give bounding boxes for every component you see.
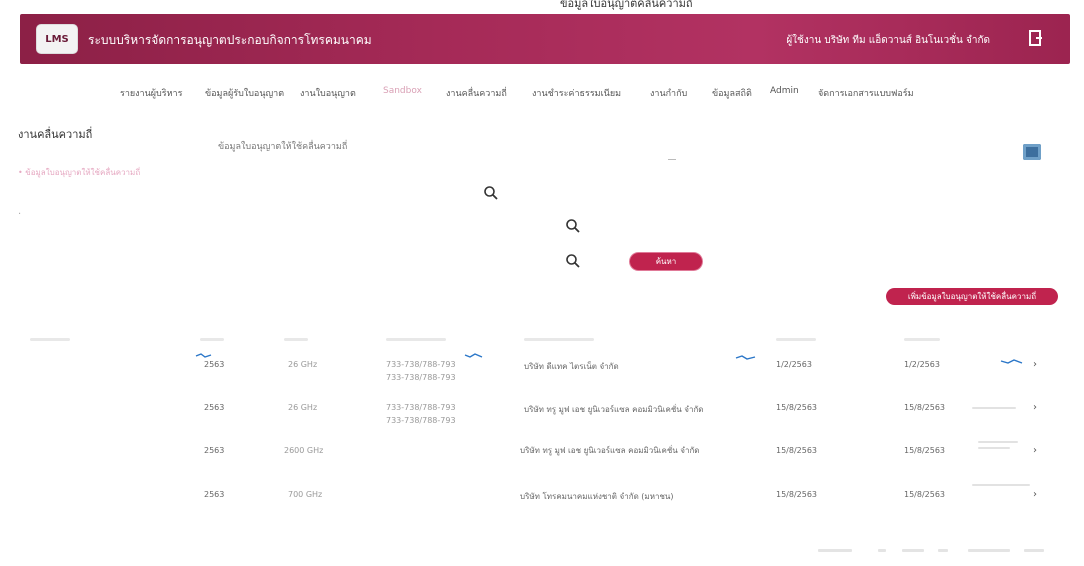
table-cell-end-date: 15/8/2563 bbox=[904, 490, 946, 499]
add-license-button[interactable]: เพิ่มข้อมูลใบอนุญาตให้ใช้คลื่นความถี่ bbox=[886, 288, 1058, 305]
row-action-placeholder bbox=[972, 484, 1030, 486]
table-row[interactable]: 2563 26 GHz 733-738/788-793 733-738/788-… bbox=[0, 401, 1084, 435]
pagination-segment[interactable] bbox=[818, 549, 852, 552]
table-cell-band: 26 GHz bbox=[288, 403, 318, 412]
chevron-right-icon[interactable]: › bbox=[1033, 402, 1037, 413]
row-action-placeholder bbox=[978, 441, 1018, 443]
table-cell-band: 2600 GHz bbox=[284, 446, 324, 455]
table-cell-year: 2563 bbox=[204, 490, 225, 499]
section-title: งานคลื่นความถี่ bbox=[18, 128, 93, 141]
nav-item-supervision[interactable]: งานกำกับ bbox=[650, 86, 687, 100]
logout-icon[interactable] bbox=[1028, 30, 1044, 46]
pagination-segment[interactable] bbox=[1024, 549, 1044, 552]
table-cell-start-date: 15/8/2563 bbox=[776, 446, 818, 455]
table-cell-company: บริษัท ทรู มูฟ เอช ยูนิเวอร์แซล คอมมิวนิ… bbox=[520, 446, 700, 455]
page-heading: ข้อมูลใบอนุญาตคลื่นความถี่ bbox=[560, 0, 693, 10]
table-cell-end-date: 1/2/2563 bbox=[904, 360, 940, 369]
search-icon[interactable] bbox=[565, 218, 581, 234]
row-action-placeholder bbox=[978, 447, 1010, 449]
search-icon[interactable] bbox=[565, 253, 581, 269]
nav-item-license-work[interactable]: งานใบอนุญาต bbox=[300, 86, 356, 100]
chevron-right-icon[interactable]: › bbox=[1033, 489, 1037, 500]
squiggle-mark-icon bbox=[195, 353, 212, 358]
table-cell-range: 733-738/788-793 bbox=[386, 360, 456, 369]
divider-dot: . bbox=[18, 206, 22, 217]
chevron-right-icon[interactable]: › bbox=[1033, 359, 1037, 370]
pagination-segment[interactable] bbox=[968, 549, 1010, 552]
table-cell-band: 26 GHz bbox=[288, 360, 318, 369]
table-cell-start-date: 1/2/2563 bbox=[776, 360, 812, 369]
app-logo[interactable]: LMS bbox=[36, 24, 78, 54]
search-icon[interactable] bbox=[483, 185, 499, 201]
table-header-cell bbox=[284, 338, 308, 341]
table-cell-year: 2563 bbox=[204, 360, 225, 369]
table-cell-year: 2563 bbox=[204, 446, 225, 455]
table-row[interactable]: 2563 26 GHz 733-738/788-793 733-738/788-… bbox=[0, 353, 1084, 390]
pagination-segment[interactable] bbox=[902, 549, 924, 552]
pagination-bar bbox=[818, 549, 1048, 552]
nav-item-sandbox[interactable]: Sandbox bbox=[383, 86, 422, 96]
app-title: ระบบบริหารจัดการอนุญาตประกอบกิจการโทรคมน… bbox=[88, 33, 372, 47]
excel-export-icon[interactable] bbox=[1023, 144, 1041, 160]
table-header-cell bbox=[776, 338, 816, 341]
row-action-placeholder bbox=[972, 407, 1016, 409]
table-cell-company: บริษัท ดีแทค ไตรเน็ต จำกัด bbox=[524, 362, 619, 371]
nav-item-form-documents[interactable]: จัดการเอกสารแบบฟอร์ม bbox=[818, 86, 914, 100]
divider-dash bbox=[668, 159, 676, 160]
top-strip: ข้อมูลใบอนุญาตคลื่นความถี่ bbox=[0, 0, 1084, 14]
table-header-cell bbox=[200, 338, 224, 341]
sidebar-link-frequency-license[interactable]: • ข้อมูลใบอนุญาตให้ใช้คลื่นความถี่ bbox=[18, 166, 140, 179]
table-cell-year: 2563 bbox=[204, 403, 225, 412]
table-header-cell bbox=[524, 338, 594, 341]
table-cell-company: บริษัท โทรคมนาคมแห่งชาติ จำกัด (มหาชน) bbox=[520, 492, 674, 501]
squiggle-mark-icon bbox=[1000, 359, 1023, 364]
table-row[interactable]: 2563 2600 GHz บริษัท ทรู มูฟ เอช ยูนิเวอ… bbox=[0, 441, 1084, 478]
table-cell-start-date: 15/8/2563 bbox=[776, 403, 818, 412]
main-nav: รายงานผู้บริหาร ข้อมูลผู้รับใบอนุญาต งาน… bbox=[0, 86, 1084, 100]
chevron-right-icon[interactable]: › bbox=[1033, 445, 1037, 456]
page-subtitle: ข้อมูลใบอนุญาตให้ใช้คลื่นความถี่ bbox=[218, 142, 348, 152]
user-info: ผู้ใช้งาน บริษัท ทีม แอ็ดวานส์ อินโนเวชั… bbox=[786, 35, 990, 46]
header-banner: LMS ระบบบริหารจัดการอนุญาตประกอบกิจการโท… bbox=[20, 14, 1070, 64]
table-cell-band: 700 GHz bbox=[288, 490, 323, 499]
nav-item-executive-report[interactable]: รายงานผู้บริหาร bbox=[120, 86, 182, 100]
table-cell-range: 733-738/788-793 bbox=[386, 416, 456, 425]
table-header bbox=[0, 338, 1084, 348]
table-cell-range: 733-738/788-793 bbox=[386, 403, 456, 412]
nav-item-admin[interactable]: Admin bbox=[770, 86, 799, 96]
table-cell-end-date: 15/8/2563 bbox=[904, 403, 946, 412]
table-header-cell bbox=[904, 338, 940, 341]
pagination-segment[interactable] bbox=[878, 549, 886, 552]
squiggle-mark-icon bbox=[464, 353, 483, 358]
table-row[interactable]: 2563 700 GHz บริษัท โทรคมนาคมแห่งชาติ จำ… bbox=[0, 484, 1084, 522]
table-cell-range: 733-738/788-793 bbox=[386, 373, 456, 382]
nav-item-fee-payment[interactable]: งานชำระค่าธรรมเนียม bbox=[532, 86, 621, 100]
table-cell-company: บริษัท ทรู มูฟ เอช ยูนิเวอร์แซล คอมมิวนิ… bbox=[524, 405, 704, 414]
table-cell-start-date: 15/8/2563 bbox=[776, 490, 818, 499]
squiggle-mark-icon bbox=[735, 355, 756, 360]
table-header-cell bbox=[30, 338, 70, 341]
nav-item-licensee-data[interactable]: ข้อมูลผู้รับใบอนุญาต bbox=[205, 86, 284, 100]
nav-item-frequency-work[interactable]: งานคลื่นความถี่ bbox=[446, 86, 507, 100]
nav-item-statistics[interactable]: ข้อมูลสถิติ bbox=[712, 86, 752, 100]
search-button[interactable]: ค้นหา bbox=[630, 253, 702, 270]
pagination-segment[interactable] bbox=[938, 549, 948, 552]
table-cell-end-date: 15/8/2563 bbox=[904, 446, 946, 455]
table-header-cell bbox=[386, 338, 446, 341]
